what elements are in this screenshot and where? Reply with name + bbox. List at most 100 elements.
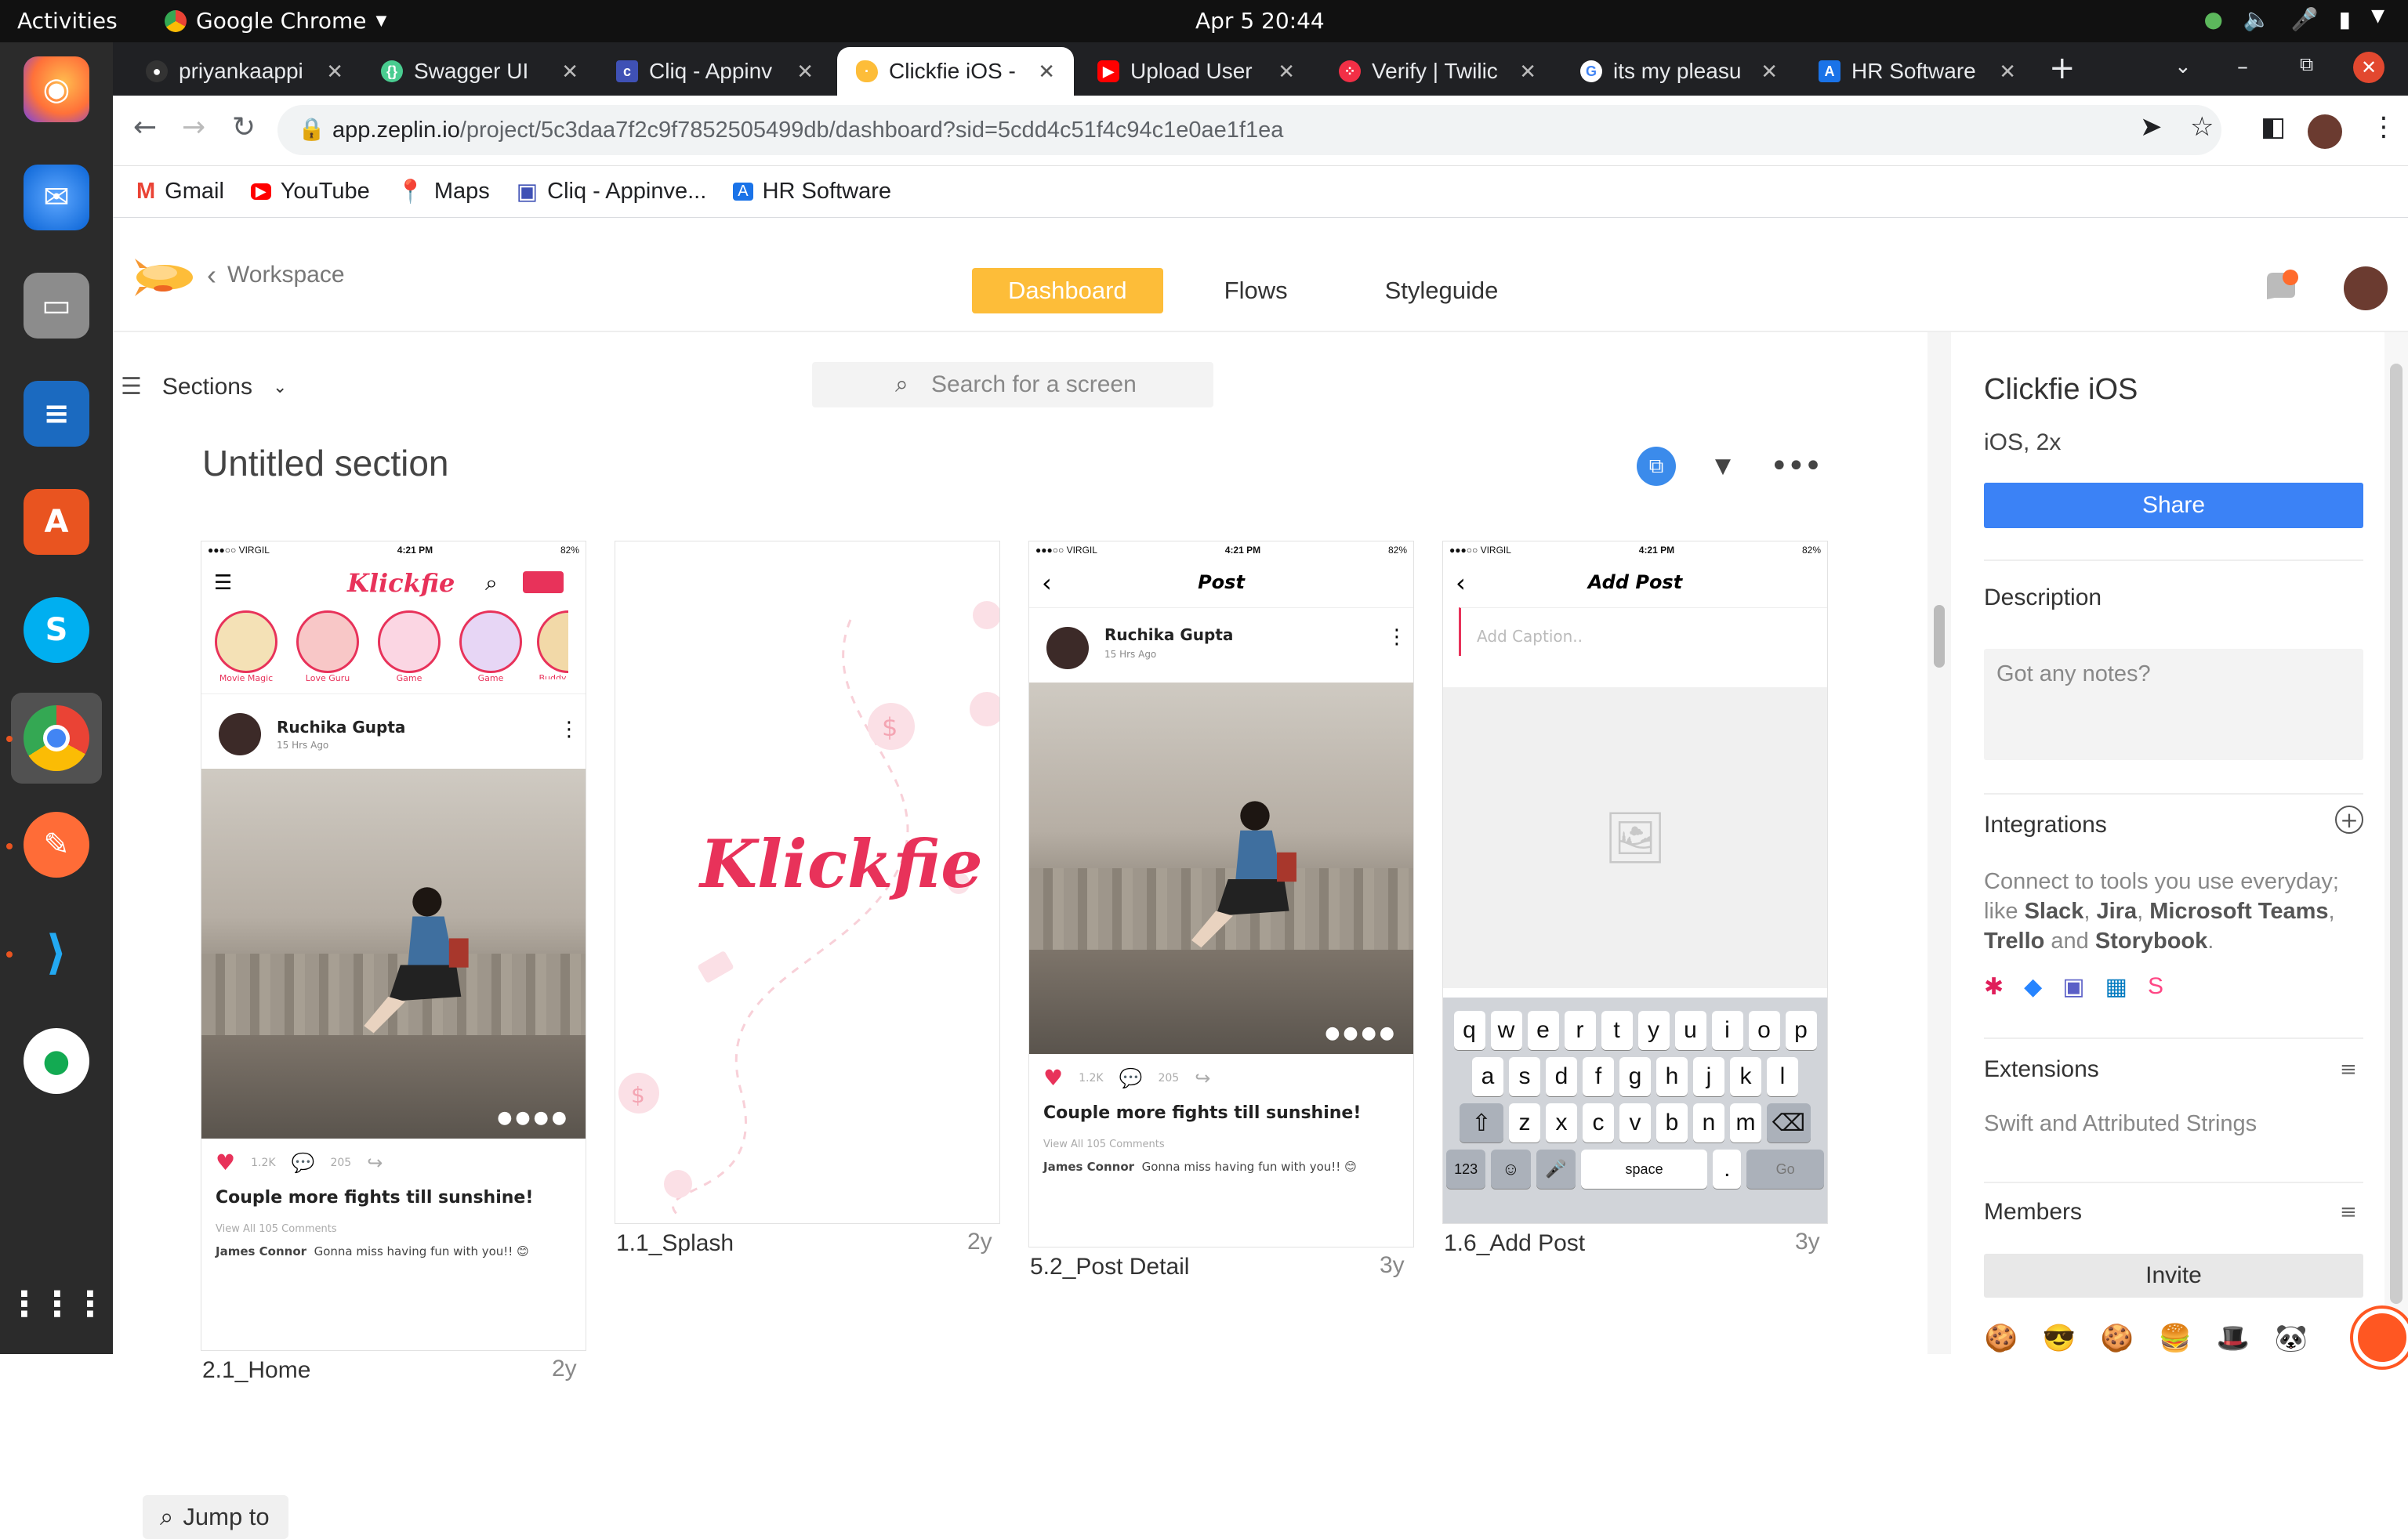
collapse-section-icon[interactable]: ▼ [1715, 454, 1731, 478]
trello-icon[interactable]: ▦ [2105, 973, 2127, 1001]
close-window-button[interactable]: ✕ [2353, 52, 2384, 83]
more-menu-icon[interactable]: ⋮ [2370, 111, 2397, 143]
forward-button[interactable]: → [182, 111, 205, 143]
tab-search-button[interactable]: ⌄ [2174, 55, 2192, 78]
scrollbar-thumb[interactable] [1934, 605, 1945, 668]
jira-link[interactable]: Jira [2097, 899, 2138, 924]
close-icon[interactable]: ✕ [1761, 60, 1778, 84]
invite-button[interactable]: Invite [1984, 1254, 2363, 1298]
member-avatar[interactable]: 🎩 [2216, 1321, 2250, 1356]
tab-twilio[interactable]: ⁘ Verify | Twilic ✕ [1320, 47, 1555, 96]
software-center-icon[interactable]: A [24, 489, 89, 555]
scrollbar-thumb[interactable] [2390, 364, 2403, 1304]
side-panel-icon[interactable]: ◧ [2261, 111, 2286, 143]
add-integration-icon[interactable]: + [2335, 806, 2363, 834]
more-options-icon[interactable]: ••• [1770, 448, 1822, 484]
tab-flows[interactable]: Flows [1188, 268, 1324, 313]
member-avatar[interactable]: 😎 [2042, 1321, 2076, 1356]
new-tab-button[interactable]: + [2049, 50, 2076, 86]
screen-name-add-post[interactable]: 1.6_Add Post [1444, 1230, 1585, 1257]
jira-icon[interactable]: ◆ [2024, 973, 2042, 1001]
scrollbar[interactable] [1927, 332, 1951, 1354]
notifications-icon[interactable] [2261, 268, 2300, 307]
close-icon[interactable]: ✕ [561, 60, 578, 84]
slack-link[interactable]: Slack [2025, 899, 2084, 924]
postman-icon[interactable]: ✎ [24, 812, 89, 878]
skype-icon[interactable]: S [24, 597, 89, 663]
activities-button[interactable]: Activities [17, 8, 118, 34]
tab-github[interactable]: ● priyankaappi ✕ [127, 47, 362, 96]
profile-avatar[interactable] [2308, 114, 2342, 149]
close-icon[interactable]: ✕ [1999, 60, 2016, 84]
send-tab-icon[interactable]: ➤ [2140, 111, 2163, 143]
storybook-link[interactable]: Storybook [2095, 929, 2207, 954]
bookmark-star-icon[interactable]: ☆ [2190, 111, 2214, 143]
help-lifebuoy-icon[interactable] [2353, 1309, 2408, 1367]
tab-google[interactable]: G its my pleasu ✕ [1561, 47, 1797, 96]
screen-card-post-detail[interactable]: ●●●○○ VIRGIL 4:21 PM 82% ‹ Post Ruchika … [1028, 541, 1414, 1247]
thunderbird-icon[interactable]: ✉ [24, 165, 89, 230]
firefox-icon[interactable]: ◉ [24, 56, 89, 122]
close-icon[interactable]: ✕ [796, 60, 814, 84]
close-icon[interactable]: ✕ [1278, 60, 1295, 84]
member-avatar[interactable]: 🍪 [2100, 1321, 2134, 1356]
screen-name-post-detail[interactable]: 5.2_Post Detail [1030, 1254, 1189, 1280]
minimize-button[interactable]: – [2237, 53, 2248, 79]
close-icon[interactable]: ✕ [326, 60, 343, 84]
tab-hr-software[interactable]: A HR Software ✕ [1800, 47, 2035, 96]
screen-card-splash[interactable]: $ $ Klickfie [615, 541, 1000, 1224]
teams-link[interactable]: Microsoft Teams [2149, 899, 2328, 924]
clock[interactable]: Apr 5 20:44 [1195, 8, 1325, 34]
address-bar[interactable]: 🔒 app.zeplin.io/project/5c3daa7f2c9f7852… [277, 105, 2221, 155]
tab-clickfie[interactable]: · Clickfie iOS - ✕ [837, 47, 1074, 96]
tab-styleguide[interactable]: Styleguide [1349, 268, 1535, 313]
slack-icon[interactable]: ✱ [1984, 973, 2004, 1001]
screen-name-home[interactable]: 2.1_Home [202, 1357, 310, 1384]
screen-card-home[interactable]: ●●●○○ VIRGIL 4:21 PM 82% ☰ Klickfie ⌕ Mo… [201, 541, 586, 1351]
bookmark-cliq[interactable]: ▣ Cliq - Appinve... [517, 178, 707, 205]
storybook-icon[interactable]: S [2148, 973, 2163, 1001]
files-icon[interactable]: ▭ [24, 273, 89, 339]
close-icon[interactable]: ✕ [1038, 60, 1055, 84]
settings-sliders-icon[interactable]: ≡ [2340, 1200, 2357, 1224]
screen-search-input[interactable]: ⌕ Search for a screen [812, 362, 1213, 407]
system-tray[interactable]: ● 🔈 🎤 ▮ ▼ [2203, 6, 2384, 32]
tab-dashboard[interactable]: Dashboard [972, 268, 1163, 313]
tab-swagger[interactable]: {} Swagger UI ✕ [362, 47, 597, 96]
flow-connect-icon[interactable]: ⧉ [1637, 447, 1676, 486]
share-button[interactable]: Share [1984, 483, 2363, 528]
bookmark-gmail[interactable]: M Gmail [136, 179, 224, 205]
back-button[interactable]: ← [133, 111, 157, 143]
vscode-icon[interactable]: ⟩ [24, 920, 89, 986]
workspace-back-link[interactable]: ‹ Workspace [207, 259, 345, 292]
screen-card-add-post[interactable]: ●●●○○ VIRGIL 4:21 PM 82% ‹ Add Post Add … [1442, 541, 1828, 1224]
close-icon[interactable]: ✕ [1519, 60, 1536, 84]
bookmark-hr-software[interactable]: A HR Software [733, 179, 891, 205]
jump-to-button[interactable]: ⌕ Jump to [143, 1495, 288, 1539]
reload-button[interactable]: ↻ [232, 111, 256, 143]
bookmark-maps[interactable]: 📍 Maps [397, 179, 490, 205]
teams-icon[interactable]: ▣ [2062, 973, 2084, 1001]
member-avatar[interactable]: 🐼 [2274, 1321, 2308, 1356]
chrome-icon[interactable] [24, 705, 89, 771]
user-avatar[interactable] [2344, 266, 2388, 310]
extensions-text[interactable]: Swift and Attributed Strings [1984, 1111, 2363, 1137]
member-avatar[interactable]: 🍪 [1984, 1321, 2018, 1356]
trello-link[interactable]: Trello [1984, 929, 2044, 954]
screen-name-splash[interactable]: 1.1_Splash [616, 1230, 734, 1257]
bookmark-youtube[interactable]: ▶ YouTube [250, 179, 370, 205]
maximize-button[interactable]: ⧉ [2300, 53, 2313, 75]
show-apps-icon[interactable]: ⋮⋮⋮ [7, 1271, 107, 1337]
page-scrollbar[interactable] [2384, 332, 2408, 1354]
settings-sliders-icon[interactable]: ≡ [2340, 1058, 2357, 1081]
mongodb-compass-icon[interactable]: ● [24, 1028, 89, 1094]
tab-upload-user[interactable]: ▶ Upload User ✕ [1079, 47, 1314, 96]
zeplin-logo-icon[interactable] [133, 252, 196, 299]
notes-field[interactable]: Got any notes? [1984, 649, 2363, 760]
member-avatar[interactable]: 🍔 [2158, 1321, 2192, 1356]
sections-dropdown[interactable]: ☰ Sections ⌄ [121, 373, 287, 400]
app-menu[interactable]: Google Chrome ▼ [165, 8, 386, 34]
writer-icon[interactable]: ≡ [24, 381, 89, 447]
tab-cliq[interactable]: c Cliq - Appinv ✕ [597, 47, 832, 96]
nav-bar: ‹ Post [1042, 568, 1245, 598]
